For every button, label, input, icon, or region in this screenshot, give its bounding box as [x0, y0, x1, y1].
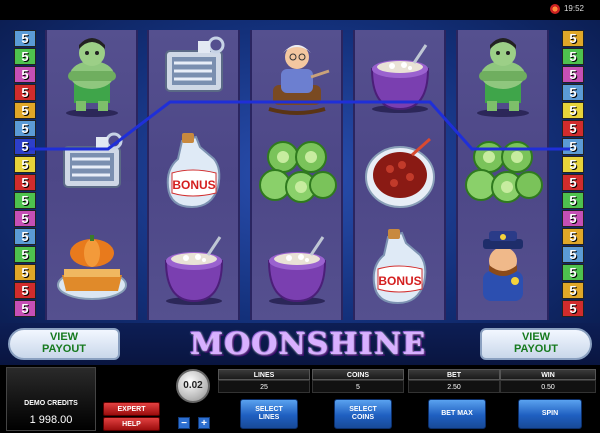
- coins-label: COINS: [312, 369, 404, 380]
- view-payout-button-right[interactable]: VIEW PAYOUT: [480, 328, 592, 360]
- sheriff-icon: [458, 220, 547, 316]
- top-bar: 19:52: [0, 0, 600, 20]
- lines-display: LINES 25: [218, 369, 310, 395]
- hillbilly-icon: [458, 28, 547, 124]
- reel-4: BONUS: [353, 30, 446, 320]
- credits-panel: DEMO CREDITS 1 998.00: [6, 367, 96, 431]
- view-payout-label: VIEW PAYOUT: [513, 331, 558, 355]
- granny-icon: [252, 28, 341, 124]
- payline-number-right[interactable]: 5: [562, 264, 584, 281]
- payline-number-left[interactable]: 5: [14, 192, 36, 209]
- help-button[interactable]: HELP: [103, 417, 160, 431]
- view-payout-button-left[interactable]: VIEW PAYOUT: [8, 328, 120, 360]
- pumpkin-pie-icon: [47, 220, 136, 316]
- bet-max-button[interactable]: BET MAX: [428, 399, 486, 429]
- lines-value: 25: [218, 380, 310, 393]
- payline-number-left[interactable]: 5: [14, 228, 36, 245]
- payline-number-left[interactable]: 5: [14, 210, 36, 227]
- coin-decrease-button[interactable]: −: [178, 417, 190, 429]
- view-payout-label: VIEW PAYOUT: [41, 331, 86, 355]
- payline-number-right[interactable]: 5: [562, 102, 584, 119]
- control-panel: DEMO CREDITS 1 998.00 EXPERT HELP 0.02 −…: [0, 365, 600, 433]
- credits-value: 1 998.00: [29, 414, 73, 426]
- coin-size-selector[interactable]: 0.02: [176, 369, 210, 403]
- select-coins-button[interactable]: SELECT COINS: [334, 399, 392, 429]
- select-lines-button[interactable]: SELECT LINES: [240, 399, 298, 429]
- payline-rail-right: 5555555555555555: [562, 30, 586, 318]
- hillbilly-icon: [47, 28, 136, 124]
- payline-number-right[interactable]: 5: [562, 228, 584, 245]
- payline-number-left[interactable]: 5: [14, 66, 36, 83]
- payline-number-left[interactable]: 5: [14, 282, 36, 299]
- game-stage: 5555555555555555 5555555555555555 BONUS: [0, 20, 600, 365]
- expert-button[interactable]: EXPERT: [103, 402, 160, 416]
- lines-label: LINES: [218, 369, 310, 380]
- payline-number-left[interactable]: 5: [14, 246, 36, 263]
- payline-number-right[interactable]: 5: [562, 246, 584, 263]
- win-label: WIN: [500, 369, 596, 380]
- credits-title: DEMO CREDITS: [24, 400, 78, 407]
- svg-text:BONUS: BONUS: [172, 178, 215, 192]
- bean-pot-icon: [355, 28, 444, 124]
- payline-number-right[interactable]: 5: [562, 138, 584, 155]
- payline-number-right[interactable]: 5: [562, 282, 584, 299]
- payline-number-left[interactable]: 5: [14, 30, 36, 47]
- payline-number-left[interactable]: 5: [14, 120, 36, 137]
- moonshine-can-icon: [149, 28, 238, 124]
- bet-label: BET: [408, 369, 500, 380]
- clock: 19:52: [563, 4, 584, 13]
- bean-pot-icon: [149, 220, 238, 316]
- payline-number-left[interactable]: 5: [14, 138, 36, 155]
- reel-1: [45, 30, 138, 320]
- spin-button[interactable]: SPIN: [518, 399, 582, 429]
- pickles-icon: [458, 124, 547, 220]
- coin-increase-button[interactable]: +: [198, 417, 210, 429]
- reel-3: [250, 30, 343, 320]
- payline-number-right[interactable]: 5: [562, 300, 584, 317]
- win-value: 0.50: [500, 380, 596, 393]
- payline-number-right[interactable]: 5: [562, 120, 584, 137]
- payline-rail-left: 5555555555555555: [14, 30, 38, 318]
- payline-number-right[interactable]: 5: [562, 66, 584, 83]
- bonus-jug-icon: BONUS: [355, 220, 444, 316]
- moonshine-can-icon: [47, 124, 136, 220]
- reel-2: BONUS: [147, 30, 240, 320]
- payline-number-right[interactable]: 5: [562, 192, 584, 209]
- bean-pot-icon: [252, 220, 341, 316]
- win-display: WIN 0.50: [500, 369, 596, 395]
- payline-number-left[interactable]: 5: [14, 300, 36, 317]
- payline-number-left[interactable]: 5: [14, 48, 36, 65]
- settings-icon[interactable]: [550, 4, 560, 14]
- bonus-jug-icon: BONUS: [149, 124, 238, 220]
- payline-number-right[interactable]: 5: [562, 84, 584, 101]
- coins-value: 5: [312, 380, 404, 393]
- bet-display: BET 2.50: [408, 369, 500, 395]
- bet-value: 2.50: [408, 380, 500, 393]
- payline-number-right[interactable]: 5: [562, 30, 584, 47]
- payline-number-right[interactable]: 5: [562, 174, 584, 191]
- payline-number-right[interactable]: 5: [562, 210, 584, 227]
- payline-number-right[interactable]: 5: [562, 156, 584, 173]
- payline-number-left[interactable]: 5: [14, 102, 36, 119]
- payline-number-left[interactable]: 5: [14, 156, 36, 173]
- pickles-icon: [252, 124, 341, 220]
- svg-text:BONUS: BONUS: [378, 274, 421, 288]
- reel-5: [456, 30, 549, 320]
- payline-number-left[interactable]: 5: [14, 84, 36, 101]
- beans-bowl-icon: [355, 124, 444, 220]
- payline-number-left[interactable]: 5: [14, 174, 36, 191]
- coins-display: COINS 5: [312, 369, 404, 395]
- payline-number-right[interactable]: 5: [562, 48, 584, 65]
- payline-number-left[interactable]: 5: [14, 264, 36, 281]
- game-logo: MOONSHINE: [190, 327, 427, 362]
